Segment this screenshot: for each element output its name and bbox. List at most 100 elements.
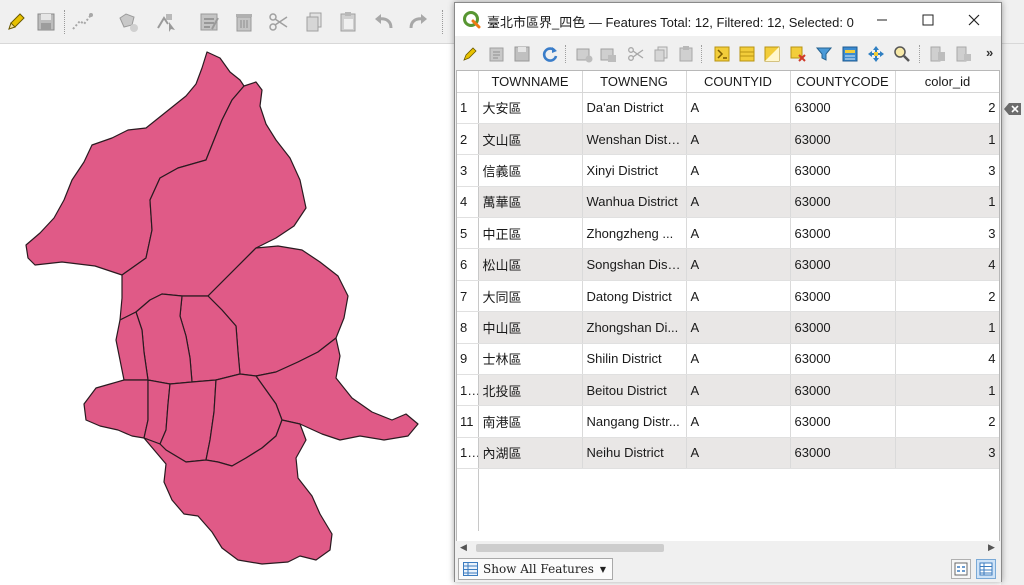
- pan-to-selection-icon[interactable]: [865, 43, 887, 65]
- cell-countycode[interactable]: 63000: [790, 248, 896, 281]
- row-number[interactable]: 2: [457, 123, 479, 156]
- cell-countyid[interactable]: A: [686, 217, 791, 250]
- scroll-left-icon[interactable]: ◀: [460, 542, 467, 553]
- cell-countyid[interactable]: A: [686, 248, 791, 281]
- cell-towneng[interactable]: Datong District: [582, 280, 687, 313]
- table-row[interactable]: 1 大安區 Da'an District A 63000 2: [457, 92, 999, 124]
- cell-countycode[interactable]: 63000: [790, 437, 896, 470]
- row-number[interactable]: 4: [457, 186, 479, 219]
- cell-towneng[interactable]: Zhongzheng ...: [582, 217, 687, 250]
- cell-countycode[interactable]: 63000: [790, 311, 896, 344]
- expression-select-icon[interactable]: [711, 43, 733, 65]
- column-header[interactable]: TOWNNAME: [478, 71, 583, 93]
- table-row[interactable]: 6 松山區 Songshan Dist... A 63000 4: [457, 248, 999, 281]
- cell-countyid[interactable]: A: [686, 311, 791, 344]
- cell-towneng[interactable]: Zhongshan Di...: [582, 311, 687, 344]
- cut-icon[interactable]: [625, 43, 647, 65]
- show-all-features-button[interactable]: Show All Features ▼: [458, 558, 614, 580]
- cell-countycode[interactable]: 63000: [790, 374, 896, 407]
- copy-icon[interactable]: [650, 43, 672, 65]
- table-row[interactable]: 3 信義區 Xinyi District A 63000 3: [457, 154, 999, 187]
- corner-cell[interactable]: [457, 71, 479, 93]
- cell-towneng[interactable]: Wenshan Distr...: [582, 123, 687, 156]
- cell-townname[interactable]: 文山區: [478, 123, 583, 156]
- cell-towneng[interactable]: Xinyi District: [582, 154, 687, 187]
- add-feature-icon[interactable]: [573, 43, 595, 65]
- multi-edit-icon[interactable]: [486, 43, 508, 65]
- cell-color-id[interactable]: 3: [895, 217, 999, 250]
- row-number[interactable]: 11: [457, 405, 479, 438]
- new-field-icon[interactable]: [927, 43, 949, 65]
- table-row[interactable]: 5 中正區 Zhongzheng ... A 63000 3: [457, 217, 999, 250]
- delete-field-icon[interactable]: [953, 43, 975, 65]
- cell-countyid[interactable]: A: [686, 92, 791, 124]
- select-all-icon[interactable]: [736, 43, 758, 65]
- column-header[interactable]: color_id: [895, 71, 999, 93]
- cell-towneng[interactable]: Da'an District: [582, 92, 687, 124]
- cell-townname[interactable]: 大同區: [478, 280, 583, 313]
- map-canvas[interactable]: [0, 44, 456, 585]
- scroll-right-icon[interactable]: ▶: [988, 542, 995, 553]
- cell-townname[interactable]: 中山區: [478, 311, 583, 344]
- cell-townname[interactable]: 中正區: [478, 217, 583, 250]
- table-row[interactable]: 8 中山區 Zhongshan Di... A 63000 1: [457, 311, 999, 344]
- row-number[interactable]: 10: [457, 374, 479, 407]
- cell-townname[interactable]: 信義區: [478, 154, 583, 187]
- table-view-button[interactable]: [976, 559, 996, 579]
- table-row[interactable]: 9 士林區 Shilin District A 63000 4: [457, 343, 999, 376]
- cell-countycode[interactable]: 63000: [790, 405, 896, 438]
- cell-color-id[interactable]: 1: [895, 374, 999, 407]
- cell-townname[interactable]: 士林區: [478, 343, 583, 376]
- table-row[interactable]: 4 萬華區 Wanhua District A 63000 1: [457, 186, 999, 219]
- cell-color-id[interactable]: 3: [895, 437, 999, 470]
- cell-countycode[interactable]: 63000: [790, 217, 896, 250]
- cell-countyid[interactable]: A: [686, 280, 791, 313]
- move-selection-top-icon[interactable]: [839, 43, 861, 65]
- toolbar-overflow-icon[interactable]: »: [986, 45, 993, 60]
- cell-towneng[interactable]: Beitou District: [582, 374, 687, 407]
- deselect-icon[interactable]: [787, 43, 809, 65]
- save-edits-icon[interactable]: [511, 43, 533, 65]
- form-view-button[interactable]: [951, 559, 971, 579]
- clear-icon[interactable]: [1004, 102, 1022, 116]
- column-header[interactable]: TOWNENG: [582, 71, 687, 93]
- row-number[interactable]: 3: [457, 154, 479, 187]
- taipei-districts-map[interactable]: [0, 0, 456, 585]
- cell-color-id[interactable]: 1: [895, 123, 999, 156]
- cell-countyid[interactable]: A: [686, 154, 791, 187]
- cell-townname[interactable]: 南港區: [478, 405, 583, 438]
- toggle-editing-icon[interactable]: [459, 43, 481, 65]
- cell-countyid[interactable]: A: [686, 343, 791, 376]
- cell-towneng[interactable]: Neihu District: [582, 437, 687, 470]
- table-row[interactable]: 11 南港區 Nangang Distr... A 63000 2: [457, 405, 999, 438]
- row-number[interactable]: 12: [457, 437, 479, 470]
- cell-towneng[interactable]: Wanhua District: [582, 186, 687, 219]
- cell-color-id[interactable]: 1: [895, 186, 999, 219]
- cell-countyid[interactable]: A: [686, 437, 791, 470]
- cell-countycode[interactable]: 63000: [790, 343, 896, 376]
- cell-countyid[interactable]: A: [686, 186, 791, 219]
- cell-towneng[interactable]: Shilin District: [582, 343, 687, 376]
- horizontal-scrollbar[interactable]: ◀ ▶: [456, 541, 1000, 555]
- attribute-table[interactable]: TOWNNAME TOWNENG COUNTYID COUNTYCODE col…: [456, 70, 1000, 542]
- row-number[interactable]: 6: [457, 248, 479, 281]
- row-number[interactable]: 1: [457, 92, 479, 124]
- cell-towneng[interactable]: Nangang Distr...: [582, 405, 687, 438]
- minimize-icon[interactable]: [859, 3, 905, 36]
- cell-countycode[interactable]: 63000: [790, 92, 896, 124]
- cell-color-id[interactable]: 3: [895, 154, 999, 187]
- cell-countyid[interactable]: A: [686, 405, 791, 438]
- zoom-to-selection-icon[interactable]: [891, 43, 913, 65]
- scrollbar-thumb[interactable]: [476, 544, 664, 552]
- cell-towneng[interactable]: Songshan Dist...: [582, 248, 687, 281]
- cell-countycode[interactable]: 63000: [790, 280, 896, 313]
- invert-selection-icon[interactable]: [761, 43, 783, 65]
- table-row[interactable]: 12 內湖區 Neihu District A 63000 3: [457, 437, 999, 470]
- table-row[interactable]: 10 北投區 Beitou District A 63000 1: [457, 374, 999, 407]
- paste-icon[interactable]: [675, 43, 697, 65]
- column-header[interactable]: COUNTYCODE: [790, 71, 896, 93]
- cell-color-id[interactable]: 2: [895, 405, 999, 438]
- row-number[interactable]: 9: [457, 343, 479, 376]
- district-wanhua[interactable]: [83, 379, 149, 439]
- reload-icon[interactable]: [539, 43, 561, 65]
